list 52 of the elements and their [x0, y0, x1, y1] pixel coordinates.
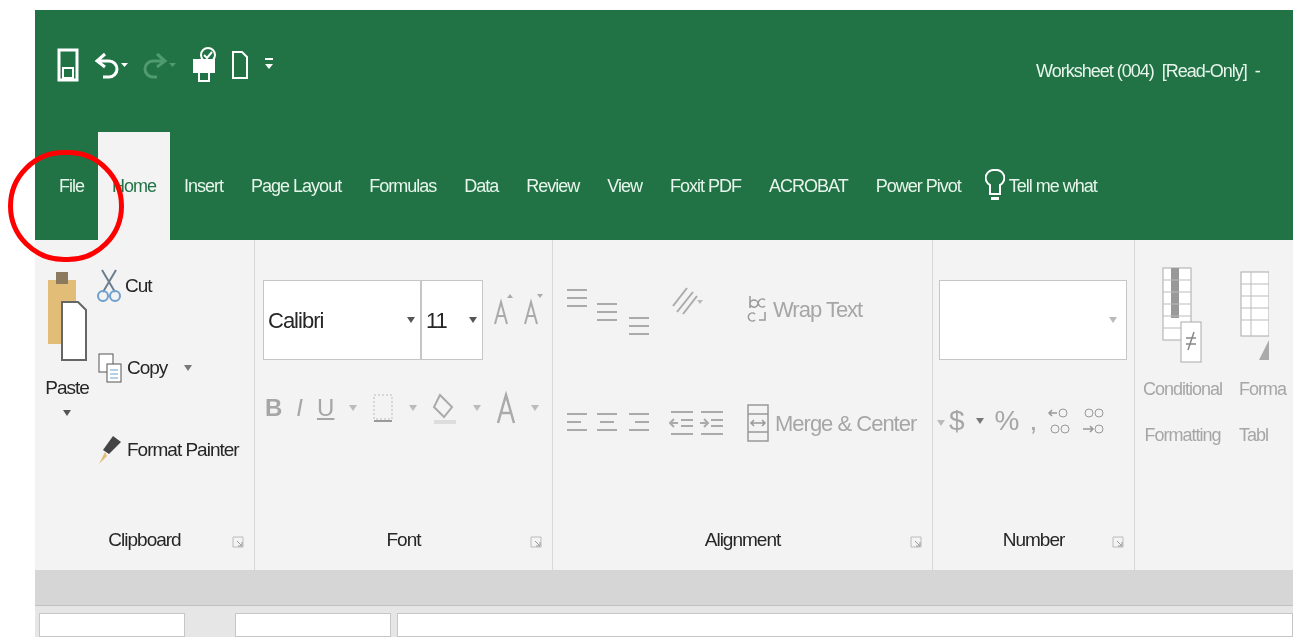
- scissors-icon: [97, 268, 121, 304]
- paste-button[interactable]: Paste: [41, 268, 93, 417]
- print-check-icon[interactable]: [191, 47, 217, 83]
- merge-cells-icon: [747, 404, 769, 442]
- save-icon[interactable]: [57, 48, 79, 82]
- dialog-launcher-icon[interactable]: [1112, 536, 1124, 548]
- ribbon-tab[interactable]: View: [593, 132, 656, 240]
- grow-font-icon[interactable]: [493, 292, 513, 326]
- ribbon-tab[interactable]: ACROBAT: [754, 132, 862, 240]
- ribbon-tab[interactable]: Foxit PDF: [655, 132, 755, 240]
- dropdown-arrow-icon[interactable]: [974, 417, 985, 425]
- font-color-icon[interactable]: [496, 391, 517, 425]
- ribbon-tab[interactable]: Page Layout: [237, 132, 356, 240]
- decrease-indent-icon[interactable]: [669, 408, 695, 438]
- scissors-button[interactable]: Cut: [97, 268, 152, 304]
- tell-me-field[interactable]: Tell me what: [1008, 172, 1097, 200]
- dropdown-arrow-icon[interactable]: [468, 316, 478, 324]
- dialog-launcher-icon[interactable]: [910, 536, 922, 548]
- copy-button[interactable]: Copy: [97, 352, 194, 384]
- dropdown-arrow-icon[interactable]: [406, 316, 416, 324]
- font-name-dropdown[interactable]: Calibri: [263, 280, 421, 360]
- borders-icon[interactable]: [372, 393, 395, 423]
- brush-button[interactable]: Format Painter: [97, 432, 239, 468]
- decrease-decimal-icon[interactable]: [1081, 405, 1106, 437]
- dialog-launcher-icon[interactable]: [530, 536, 542, 548]
- name-box-field[interactable]: [39, 613, 185, 637]
- font-size-dropdown[interactable]: 11: [421, 280, 483, 360]
- ribbon-tab[interactable]: Formulas: [355, 132, 451, 240]
- dialog-launcher-icon[interactable]: [232, 536, 244, 548]
- new-document-icon[interactable]: [231, 50, 249, 80]
- group-label: Font: [386, 527, 421, 552]
- increase-indent-icon[interactable]: [699, 408, 725, 438]
- dropdown-arrow-icon[interactable]: [183, 364, 194, 372]
- conditional-formatting-icon: [1160, 266, 1205, 366]
- ribbon-tab[interactable]: File: [45, 132, 98, 240]
- group-label: Number: [1002, 527, 1065, 552]
- redo-icon[interactable]: [143, 50, 177, 80]
- ribbon-tab[interactable]: Insert: [170, 132, 238, 240]
- dropdown-arrow-icon[interactable]: [62, 408, 72, 417]
- group-label: Alignment: [704, 527, 781, 552]
- increase-decimal-icon[interactable]: [1047, 405, 1072, 437]
- ribbon-tab[interactable]: Power Pivot: [861, 132, 975, 240]
- fill-bucket-icon[interactable]: [432, 391, 459, 425]
- shrink-font-icon[interactable]: [523, 292, 543, 326]
- ribbon-tab[interactable]: Data: [450, 132, 513, 240]
- group-label: Clipboard: [108, 527, 181, 552]
- number-format-dropdown[interactable]: [939, 280, 1127, 360]
- ribbon-tab[interactable]: Review: [512, 132, 594, 240]
- formula-bar-field[interactable]: [397, 613, 1293, 637]
- copy-icon: [97, 352, 123, 384]
- window-title: Worksheet (004) [Read-Only] -: [1036, 60, 1260, 83]
- undo-icon[interactable]: [93, 50, 129, 80]
